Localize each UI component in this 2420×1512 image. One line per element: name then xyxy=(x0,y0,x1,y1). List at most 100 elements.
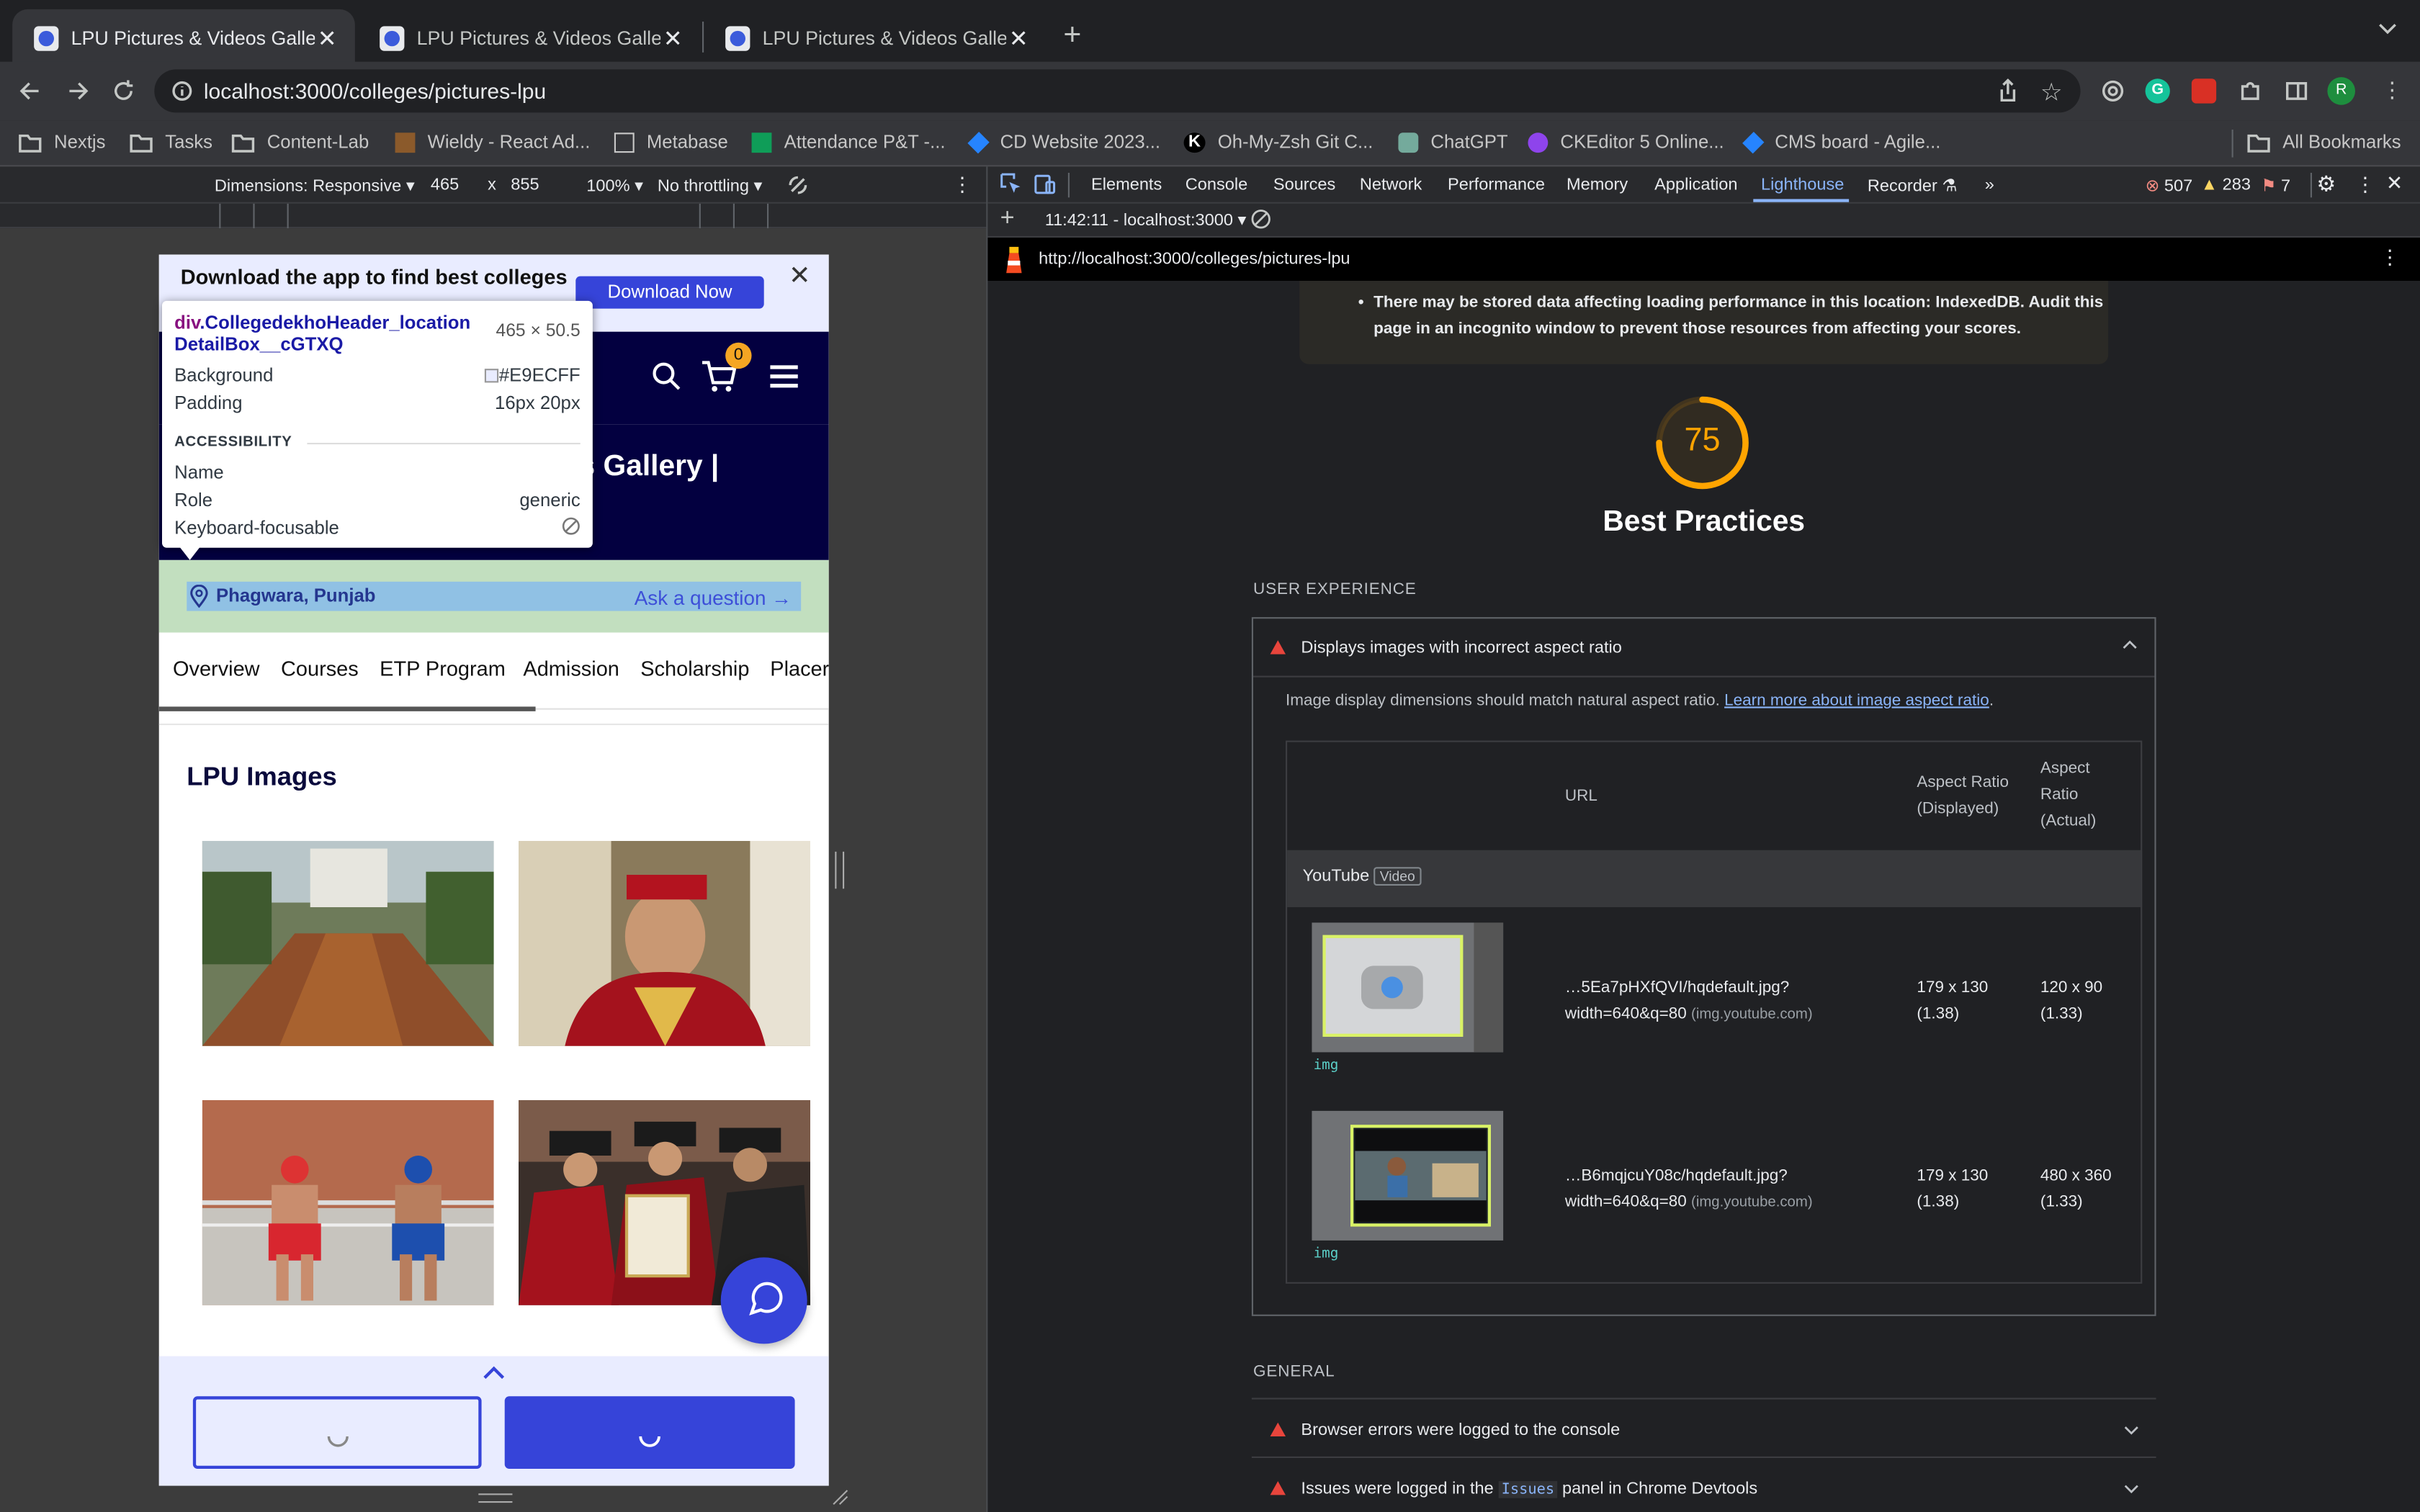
report-select[interactable]: 11:42:11 - localhost:3000 ▾ xyxy=(1045,210,1247,230)
bookmark-nextjs[interactable]: Nextjs xyxy=(19,131,105,153)
bookmark-oh-my-zsh[interactable]: K Oh-My-Zsh Git C... xyxy=(1183,131,1373,153)
dimensions-dropdown[interactable]: Dimensions: Responsive ▾ xyxy=(215,176,415,196)
audit-row[interactable]: Browser errors were logged to the consol… xyxy=(1251,1398,2156,1456)
tab-recorder[interactable]: Recorder ⚗ xyxy=(1868,176,1958,196)
tab-admission[interactable]: Admission xyxy=(523,657,619,680)
zoom-dropdown[interactable]: 100% ▾ xyxy=(586,176,643,196)
gallery-image[interactable] xyxy=(202,1099,494,1305)
bookmark-cd-website[interactable]: CD Website 2023... xyxy=(967,130,1160,153)
all-bookmarks[interactable]: All Bookmarks xyxy=(2247,131,2401,153)
bookmark-content-lab[interactable]: Content-Lab xyxy=(231,131,369,153)
close-banner-icon[interactable]: ✕ xyxy=(789,261,811,292)
resize-handle-corner[interactable] xyxy=(830,1488,849,1506)
bookmark-attendance[interactable]: Attendance P&T -... xyxy=(751,131,946,153)
tab-courses[interactable]: Courses xyxy=(281,657,359,680)
bookmark-metabase[interactable]: Metabase xyxy=(614,131,728,153)
new-tab-icon[interactable]: + xyxy=(1063,19,1081,54)
url-line[interactable]: …5Ea7pHXfQVI/hqdefault.jpg? xyxy=(1565,975,1813,1001)
extension-icon[interactable] xyxy=(2191,78,2217,104)
chat-fab-button[interactable] xyxy=(720,1257,807,1344)
loading-spinner-icon xyxy=(327,1436,349,1447)
more-tabs-icon[interactable]: » xyxy=(1985,176,1994,194)
image-thumbnail[interactable] xyxy=(1312,922,1504,1053)
browser-tab-3[interactable]: LPU Pictures & Videos Gallery ✕ xyxy=(704,9,1047,68)
browser-tab-2[interactable]: LPU Pictures & Videos Gallery ✕ xyxy=(358,9,701,68)
gallery-image[interactable] xyxy=(202,840,494,1046)
bookmark-chatgpt[interactable]: ChatGPT xyxy=(1398,131,1508,153)
download-now-button[interactable]: Download Now xyxy=(575,276,764,309)
tab-memory[interactable]: Memory xyxy=(1567,176,1628,194)
throttling-dropdown[interactable]: No throttling ▾ xyxy=(658,176,762,196)
report-select-label: 11:42:11 - localhost:3000 xyxy=(1044,211,1233,230)
bookmark-ckeditor[interactable]: CKEditor 5 Online... xyxy=(1528,131,1724,153)
tab-elements[interactable]: Elements xyxy=(1091,176,1162,194)
browser-tab-1[interactable]: LPU Pictures & Videos Gallery ✕ xyxy=(12,9,355,68)
bookmark-cms-board[interactable]: CMS board - Agile... xyxy=(1742,130,1940,153)
tab-etp-program[interactable]: ETP Program xyxy=(380,657,506,680)
col-header-url: URL xyxy=(1564,786,1597,806)
close-devtools-icon[interactable]: ✕ xyxy=(2386,171,2403,196)
url-text[interactable]: localhost:3000/colleges/pictures-lpu xyxy=(204,78,546,103)
forward-icon[interactable] xyxy=(65,78,89,103)
close-icon[interactable]: ✕ xyxy=(660,24,685,52)
close-icon[interactable]: ✕ xyxy=(315,24,339,52)
close-icon[interactable]: ✕ xyxy=(1006,24,1031,52)
rotate-icon[interactable] xyxy=(786,173,810,197)
grammarly-extension-icon[interactable]: G xyxy=(2145,78,2170,104)
background-value: #E9ECFF xyxy=(485,364,581,386)
tab-application[interactable]: Application xyxy=(1654,176,1737,194)
settings-gear-icon[interactable]: ⚙ xyxy=(2316,171,2336,197)
element-tag[interactable]: img xyxy=(1314,1058,1339,1074)
profile-avatar[interactable]: R xyxy=(2327,77,2355,105)
extensions-puzzle-icon[interactable] xyxy=(2238,78,2262,103)
fail-triangle-icon xyxy=(1270,1422,1286,1436)
site-info-icon[interactable] xyxy=(171,80,193,102)
audit-header[interactable]: Displays images with incorrect aspect ra… xyxy=(1253,618,2155,678)
resize-handle-right[interactable] xyxy=(835,851,845,889)
search-icon[interactable] xyxy=(651,361,682,392)
width-input[interactable]: 465 xyxy=(431,176,459,194)
tab-lighthouse[interactable]: Lighthouse xyxy=(1761,176,1844,194)
bookmark-star-icon[interactable]: ☆ xyxy=(2040,77,2063,108)
inspect-element-icon[interactable] xyxy=(1000,173,1022,194)
displayed-size: 179 x 130 xyxy=(1917,1166,1989,1185)
error-counter[interactable]: ⊗ 507 xyxy=(2146,176,2193,196)
issues-counter[interactable]: ⚑ 7 xyxy=(2261,176,2290,196)
new-report-icon[interactable]: + xyxy=(1000,205,1015,233)
side-panel-icon[interactable] xyxy=(2284,78,2308,103)
gallery-image[interactable] xyxy=(519,840,810,1046)
reload-icon[interactable] xyxy=(111,78,135,103)
element-tag[interactable]: img xyxy=(1314,1246,1339,1261)
bookmark-wieldy[interactable]: Wieldy - React Ad... xyxy=(395,131,590,153)
tab-network[interactable]: Network xyxy=(1360,176,1422,194)
tab-sources[interactable]: Sources xyxy=(1273,176,1335,194)
clear-reports-icon[interactable] xyxy=(1250,208,1272,230)
device-options-icon[interactable]: ⋮ xyxy=(952,173,972,197)
report-menu-icon[interactable]: ⋮ xyxy=(2380,246,2400,270)
kebab-menu-icon[interactable]: ⋮ xyxy=(2381,77,2403,103)
tab-overview[interactable]: Overview xyxy=(173,657,260,680)
resize-handle-bottom[interactable] xyxy=(478,1493,513,1503)
device-toggle-icon[interactable] xyxy=(1034,173,1056,194)
share-icon[interactable] xyxy=(1997,78,2019,103)
tab-placements[interactable]: Placer xyxy=(770,657,828,680)
image-thumbnail[interactable] xyxy=(1312,1110,1504,1241)
learn-more-link[interactable]: Learn more about image aspect ratio xyxy=(1724,691,1989,710)
devtools-menu-icon[interactable]: ⋮ xyxy=(2355,173,2375,197)
back-icon[interactable] xyxy=(19,78,43,103)
ask-question-link[interactable]: Ask a question → xyxy=(635,586,792,609)
tab-performance[interactable]: Performance xyxy=(1448,176,1545,194)
audit-row[interactable]: Issues were logged in the Issues panel i… xyxy=(1251,1456,2156,1512)
hamburger-menu-icon[interactable] xyxy=(770,364,798,389)
chevron-up-icon[interactable] xyxy=(482,1365,506,1380)
tab-console[interactable]: Console xyxy=(1186,176,1247,194)
extension-icon[interactable] xyxy=(2100,78,2125,103)
secondary-cta-button[interactable] xyxy=(192,1396,482,1469)
tab-scholarship[interactable]: Scholarship xyxy=(640,657,749,680)
bookmark-tasks[interactable]: Tasks xyxy=(130,131,212,153)
warning-counter[interactable]: ▲ 283 xyxy=(2201,176,2251,194)
tab-search-icon[interactable] xyxy=(2377,22,2398,37)
url-line[interactable]: …B6mqjcuY08c/hqdefault.jpg? xyxy=(1565,1164,1813,1189)
height-input[interactable]: 855 xyxy=(511,176,539,194)
primary-cta-button[interactable] xyxy=(504,1396,795,1469)
